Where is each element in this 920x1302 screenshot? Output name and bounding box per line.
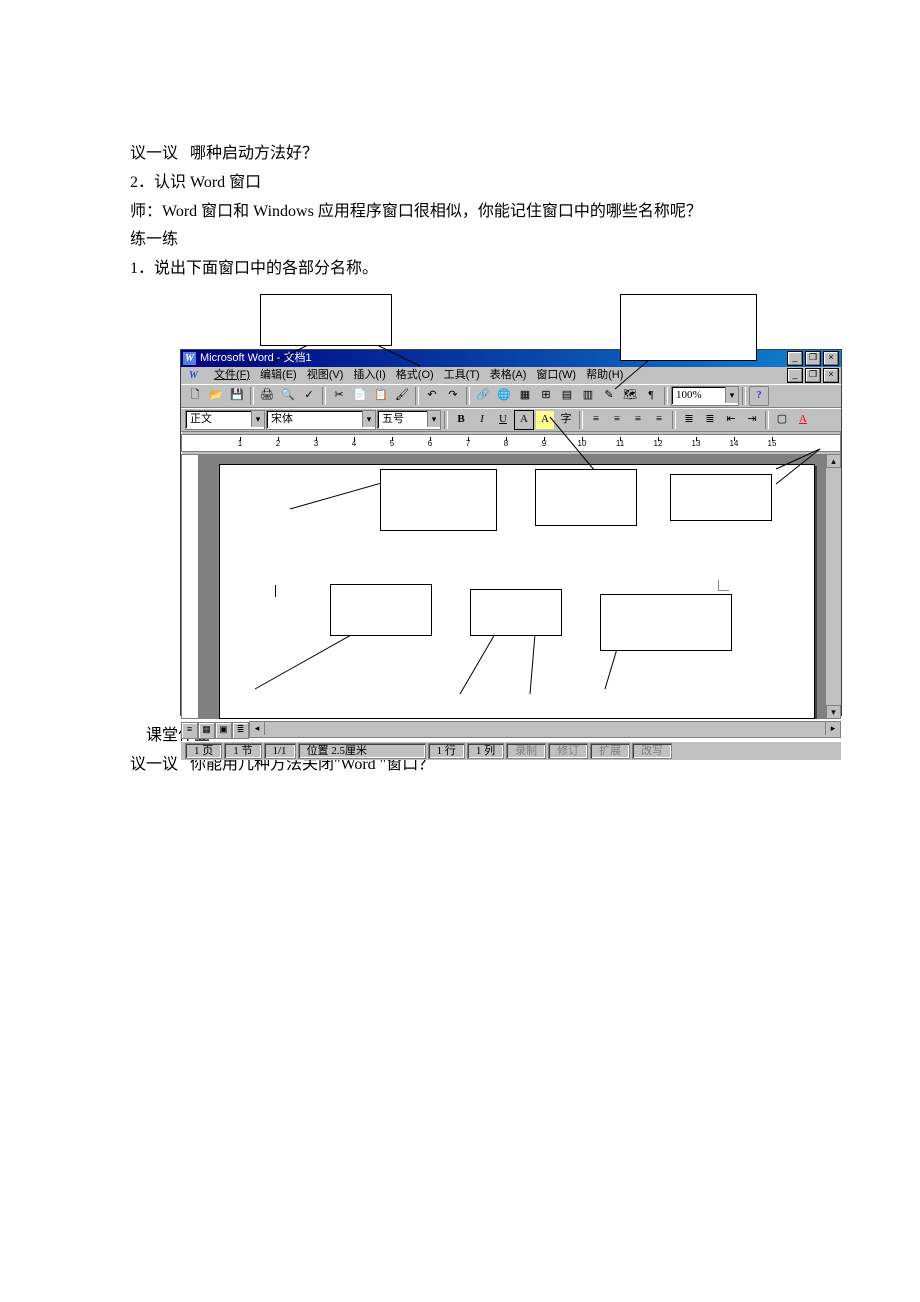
- paragraph-discuss: 议一议 哪种启动方法好？: [130, 140, 800, 169]
- outline-view-icon[interactable]: ≣: [232, 722, 249, 739]
- status-line: 1 行: [428, 743, 465, 759]
- status-trk: 修订: [548, 743, 588, 759]
- paragraph-task-1: 1．说出下面窗口中的各部分名称。: [130, 255, 800, 284]
- status-position: 位置 2.5厘米: [298, 743, 426, 759]
- status-ovr: 改写: [632, 743, 672, 759]
- horizontal-scrollbar[interactable]: [249, 721, 841, 738]
- status-column: 1 列: [467, 743, 504, 759]
- callout-box: [330, 584, 432, 636]
- callout-box: [670, 474, 772, 521]
- word-window-figure: W Microsoft Word - 文档1 _ ❐ × W 文件(F) 编辑(…: [180, 294, 840, 714]
- callout-box: [620, 294, 757, 361]
- paragraph-teacher: 师：Word 窗口和 Windows 应用程序窗口很相似，你能记住窗口中的哪些名…: [130, 198, 800, 227]
- status-section: 1 节: [224, 743, 261, 759]
- callout-box: [470, 589, 562, 636]
- normal-view-icon[interactable]: ≡: [181, 722, 198, 739]
- status-page: 1 页: [185, 743, 222, 759]
- callout-box: [535, 469, 637, 526]
- pagelayout-view-icon[interactable]: ▣: [215, 722, 232, 739]
- paragraph-practice: 练一练: [130, 226, 800, 255]
- view-buttons: ≡ ▦ ▣ ≣: [181, 722, 249, 737]
- paragraph-section-2: 2．认识 Word 窗口: [130, 169, 800, 198]
- weblayout-view-icon[interactable]: ▦: [198, 722, 215, 739]
- status-ext: 扩展: [590, 743, 630, 759]
- callout-box: [600, 594, 732, 651]
- status-pages: 1/1: [264, 743, 296, 759]
- status-bar: 1 页 1 节 1/1 位置 2.5厘米 1 行 1 列 录制 修订 扩展 改写: [181, 741, 841, 760]
- callout-box: [260, 294, 392, 346]
- status-rec: 录制: [506, 743, 546, 759]
- callout-box: [380, 469, 497, 531]
